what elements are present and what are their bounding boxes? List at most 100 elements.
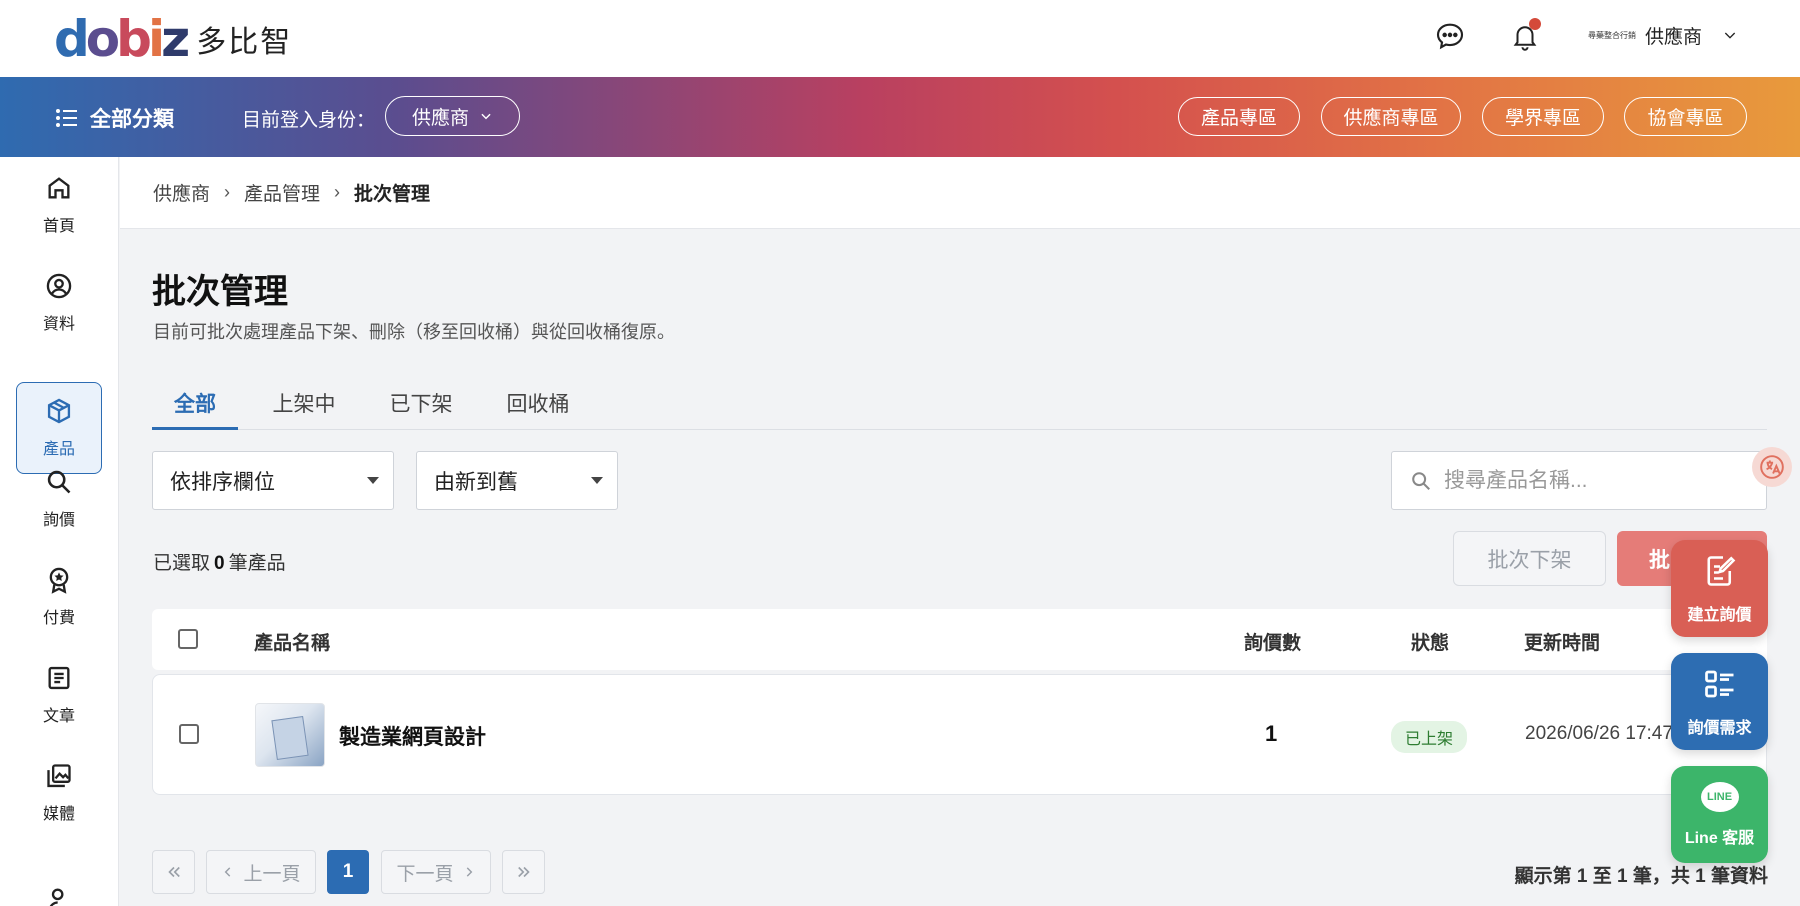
logo-text: 多比智 (196, 26, 293, 59)
column-header-status: 狀態 (1411, 633, 1450, 654)
identity-label: 目前登入身份： (242, 110, 376, 131)
product-thumbnail[interactable] (255, 703, 325, 767)
sidebar-item-billing[interactable]: 付費 (16, 551, 102, 643)
package-icon (47, 398, 71, 424)
sort-field-select[interactable]: 依排序欄位 (152, 451, 394, 510)
sidebar-item-inquiry[interactable]: 詢價 (16, 453, 102, 545)
search-box (1391, 451, 1767, 510)
status-tabs: 全部 上架中 已下架 回收桶 (152, 378, 1767, 430)
create-inquiry-fab[interactable]: 建立詢價 (1671, 540, 1768, 637)
double-chevron-left-icon (167, 866, 180, 878)
inquiry-demand-fab[interactable]: 詢價需求 (1671, 653, 1768, 750)
sidebar-item-profile[interactable]: 資料 (16, 257, 102, 349)
column-header-updated: 更新時間 (1524, 633, 1601, 654)
identity-value: 供應商 (411, 107, 469, 129)
pagination-summary: 顯示第 1 至 1 筆，共 1 筆資料 (1514, 866, 1768, 887)
prev-page-label: 上一頁 (243, 863, 301, 885)
line-service-label: Line 客服 (1684, 829, 1755, 847)
zone-suppliers-button[interactable]: 供應商專區 (1321, 97, 1461, 136)
sidebar-item-label: 媒體 (42, 806, 75, 823)
logo[interactable]: dobiz 多比智 (54, 14, 292, 64)
sidebar-item-home[interactable]: 首頁 (16, 159, 102, 251)
media-icon (47, 764, 71, 788)
prev-page-button[interactable]: 上一頁 (206, 850, 316, 894)
sidebar-item-media[interactable]: 媒體 (16, 747, 102, 839)
home-icon (48, 177, 70, 199)
chevron-left-icon (225, 867, 231, 877)
sidebar-item-label: 付費 (42, 610, 75, 627)
search-input[interactable] (1444, 468, 1744, 493)
sidebar-item-articles[interactable]: 文章 (16, 649, 102, 741)
chevron-right-icon: › (334, 182, 341, 202)
select-all-checkbox[interactable] (178, 629, 198, 649)
bell-icon[interactable] (1507, 18, 1543, 54)
logo-mark: dobiz (54, 10, 190, 68)
sidebar-item-label: 首頁 (42, 218, 75, 235)
chevron-down-icon (1724, 32, 1736, 39)
first-page-button[interactable] (152, 850, 195, 894)
list-icon (56, 109, 77, 127)
column-header-name: 產品名稱 (254, 633, 331, 654)
zone-academia-button[interactable]: 學界專區 (1482, 97, 1604, 136)
all-categories-label: 全部分類 (90, 108, 174, 131)
edit-note-icon (1706, 555, 1735, 586)
line-service-fab[interactable]: LINE Line 客服 (1671, 766, 1768, 863)
sidebar: 首頁 資料 產品 詢價 付費 文章 媒體 (0, 157, 119, 906)
sort-field-value: 依排序欄位 (170, 470, 275, 494)
sidebar-item-more-icon[interactable] (46, 885, 74, 906)
table-header: 產品名稱 詢價數 狀態 更新時間 (152, 609, 1767, 670)
tab-unpublished[interactable]: 已下架 (385, 388, 457, 430)
page-number-current[interactable]: 1 (327, 850, 369, 894)
breadcrumb-item[interactable]: 供應商 (153, 179, 210, 206)
column-header-inquiries: 詢價數 (1244, 633, 1302, 654)
next-page-label: 下一頁 (396, 863, 454, 885)
table-row: 製造業網頁設計 1 已上架 2026/06/26 17:47 (152, 674, 1767, 795)
zone-products-button[interactable]: 產品專區 (1178, 97, 1300, 136)
next-page-button[interactable]: 下一頁 (381, 850, 491, 894)
sort-order-select[interactable]: 由新到舊 (416, 451, 618, 510)
create-inquiry-label: 建立詢價 (1687, 606, 1752, 624)
chevron-down-icon (481, 113, 491, 120)
tab-published[interactable]: 上架中 (264, 388, 344, 430)
chat-icon[interactable] (1432, 18, 1468, 54)
zone-association-button[interactable]: 協會專區 (1624, 97, 1747, 136)
user-circle-icon (46, 273, 72, 299)
notification-dot (1529, 18, 1541, 30)
list-checks-icon (1704, 670, 1733, 697)
badge-icon (49, 567, 69, 594)
search-icon (1412, 471, 1430, 490)
updated-time: 2026/06/26 17:47 (1525, 723, 1673, 744)
top-header: dobiz 多比智 尋藥整合行銷 供應商 (0, 0, 1800, 77)
inquiry-count: 1 (1265, 721, 1278, 746)
last-page-button[interactable] (502, 850, 545, 894)
selection-count: 0 (214, 553, 225, 574)
tab-recycle-bin[interactable]: 回收桶 (502, 388, 574, 430)
line-logo-icon: LINE (1700, 781, 1739, 812)
main-navbar: 全部分類 目前登入身份： 供應商 產品專區 供應商專區 學界專區 協會專區 (0, 77, 1800, 157)
sidebar-item-label: 文章 (42, 708, 75, 725)
caret-down-icon (591, 477, 603, 484)
sort-order-value: 由新到舊 (434, 470, 518, 494)
double-chevron-right-icon (517, 866, 530, 878)
tab-all[interactable]: 全部 (152, 388, 238, 430)
selection-suffix: 筆產品 (228, 553, 286, 574)
page-title: 批次管理 (152, 273, 288, 311)
identity-select[interactable]: 供應商 (385, 96, 520, 136)
batch-unpublish-button[interactable]: 批次下架 (1453, 531, 1606, 586)
sidebar-item-label: 詢價 (42, 512, 75, 529)
chevron-right-icon: › (224, 182, 231, 202)
all-categories-button[interactable]: 全部分類 (56, 103, 174, 133)
sidebar-item-label: 資料 (42, 316, 75, 333)
document-icon (48, 666, 70, 690)
breadcrumb-item[interactable]: 產品管理 (244, 179, 320, 206)
user-role-label: 供應商 (1645, 26, 1703, 48)
avatar: 尋藥整合行銷 (1588, 30, 1636, 40)
selection-summary: 已選取 0 筆產品 (153, 548, 286, 575)
product-name[interactable]: 製造業網頁設計 (339, 721, 486, 751)
breadcrumb: 供應商 › 產品管理 › 批次管理 (120, 157, 1800, 229)
user-menu[interactable]: 尋藥整合行銷 供應商 (1585, 20, 1738, 50)
row-checkbox[interactable] (179, 724, 199, 744)
translate-button[interactable] (1752, 447, 1792, 487)
search-icon (47, 470, 71, 494)
chevron-right-icon (466, 867, 472, 877)
